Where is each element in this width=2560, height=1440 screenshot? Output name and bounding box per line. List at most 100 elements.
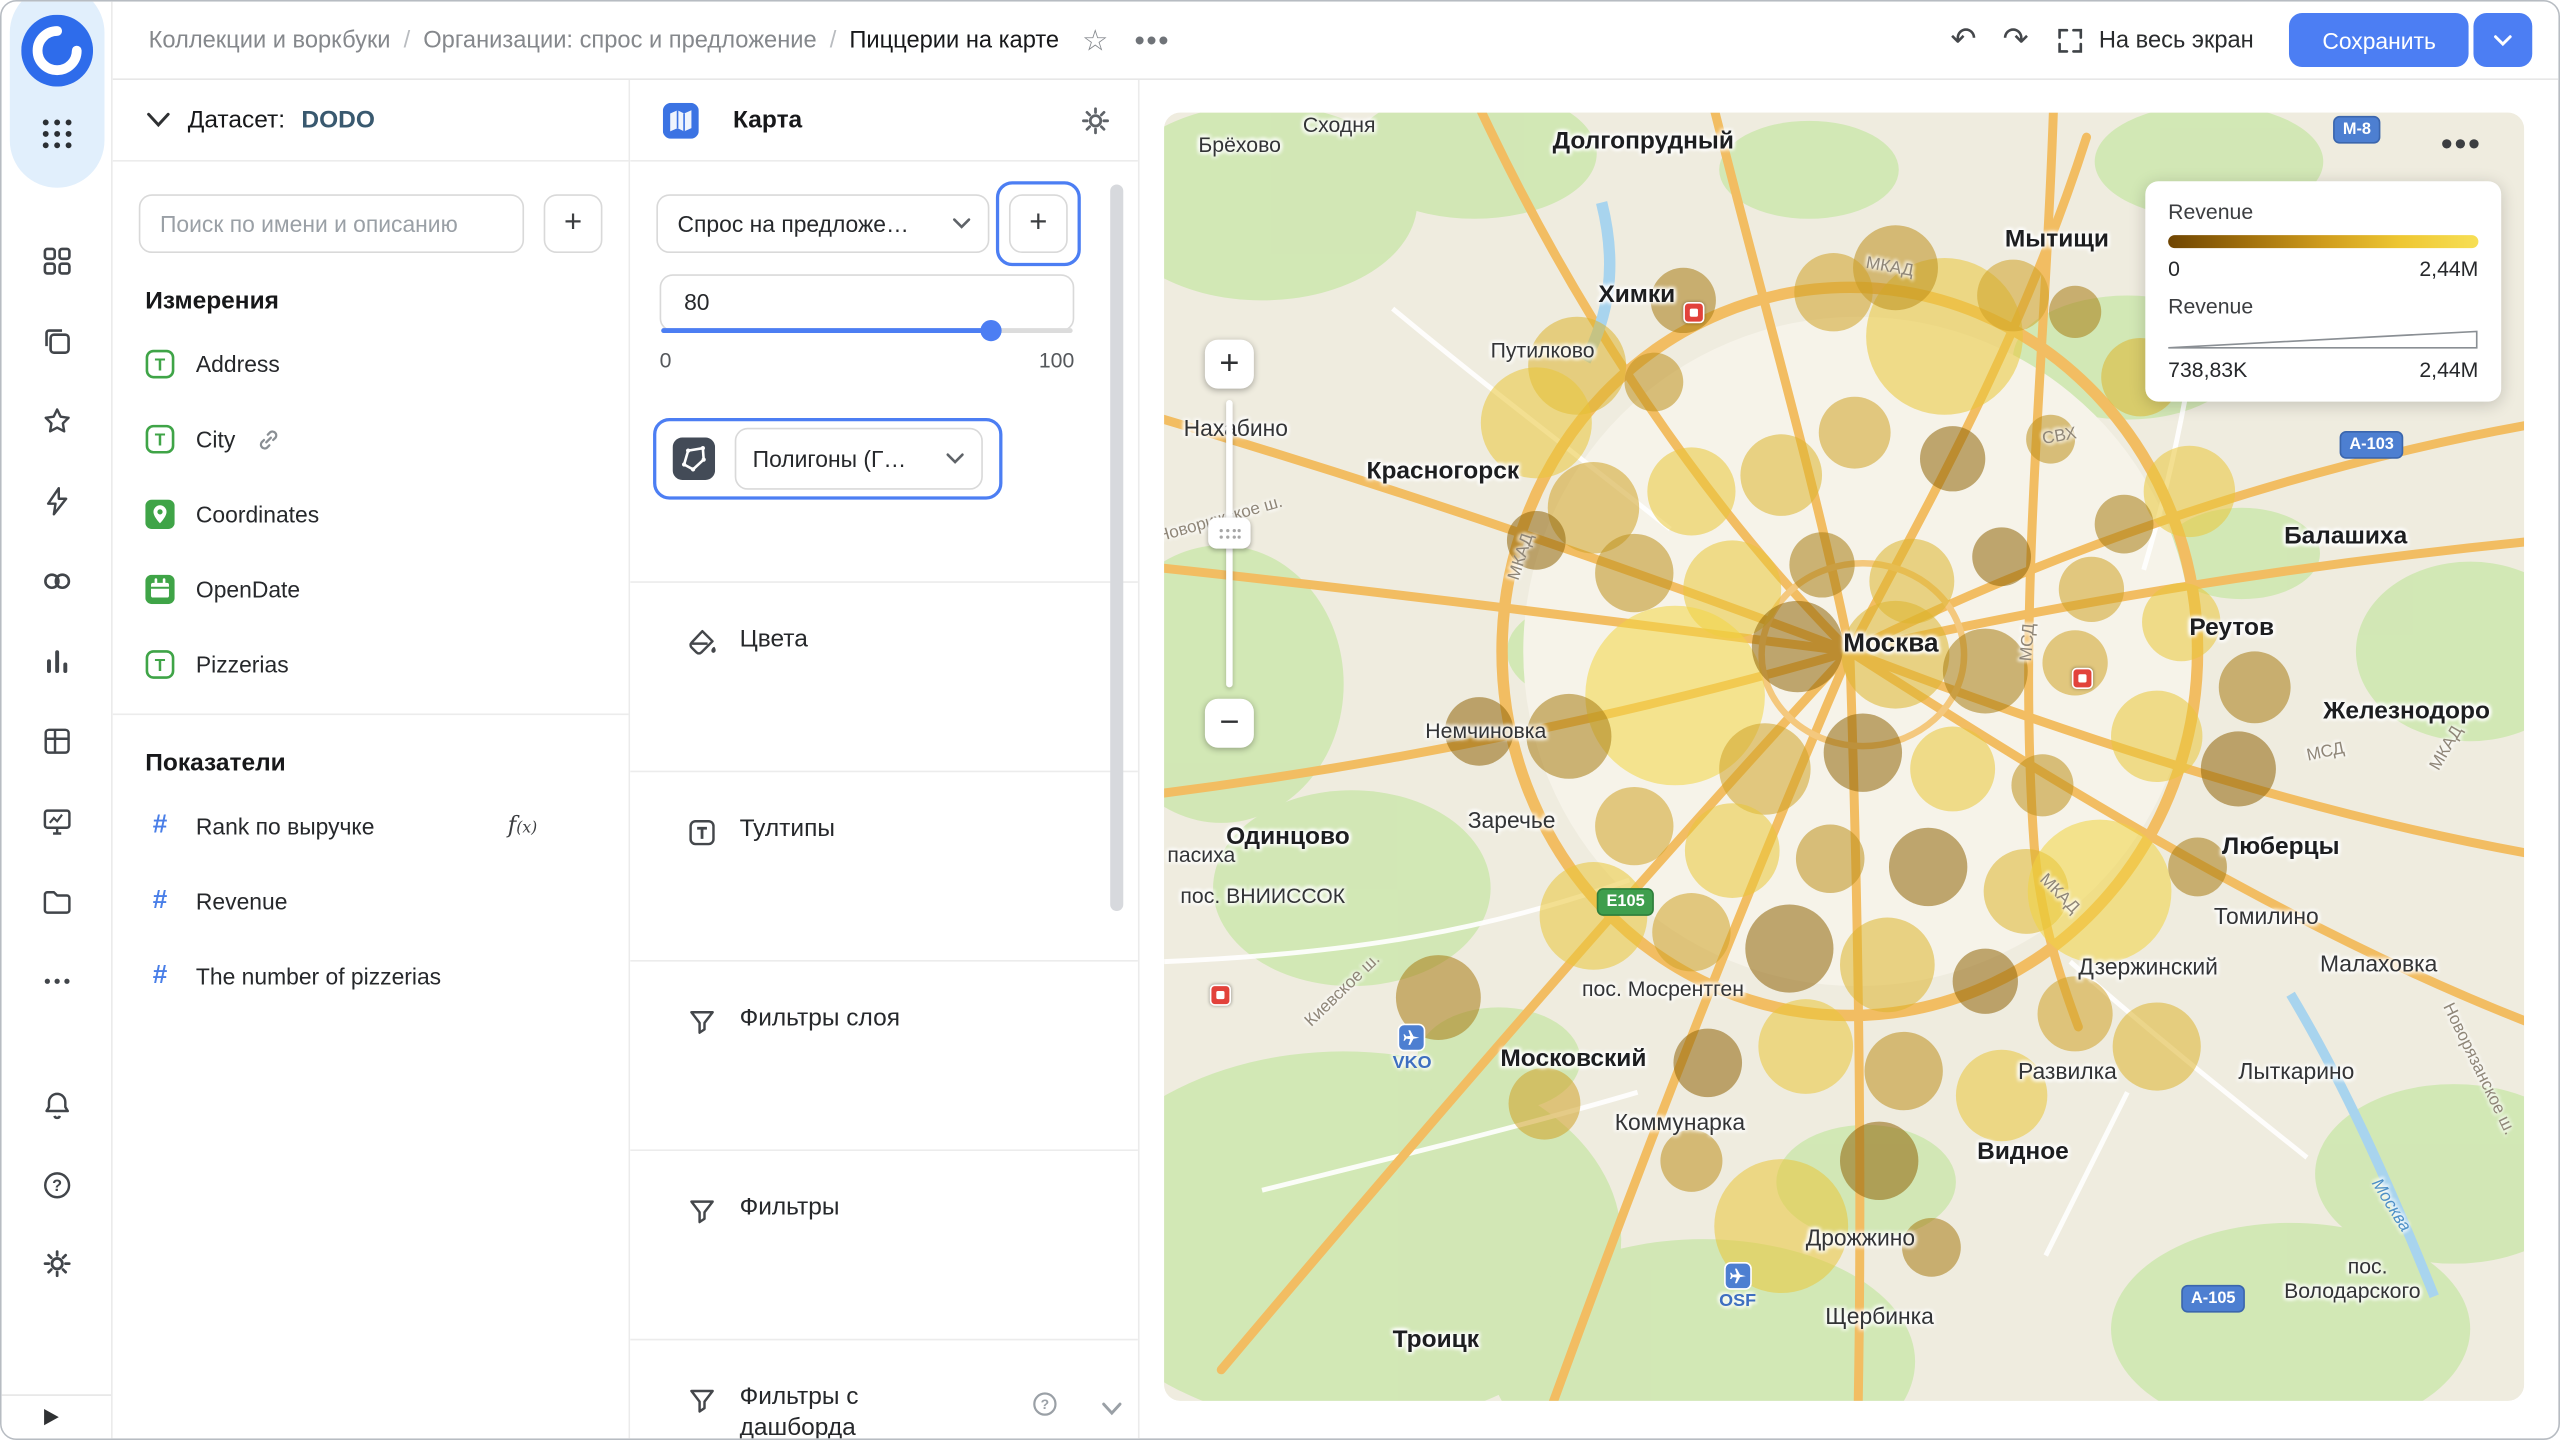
revenue-bubble[interactable] <box>1647 447 1736 536</box>
revenue-bubble[interactable] <box>2026 414 2076 464</box>
revenue-bubble[interactable] <box>1624 352 1684 412</box>
revenue-bubble[interactable] <box>1740 434 1823 516</box>
revenue-bubble[interactable] <box>1444 697 1514 766</box>
field-rank[interactable]: # Rank по выручке f(x) <box>113 789 629 864</box>
revenue-bubble[interactable] <box>1395 955 1481 1040</box>
field-address[interactable]: T Address <box>113 327 629 402</box>
zoom-in-button[interactable]: + <box>1204 339 1254 389</box>
collapse-chevron-icon[interactable] <box>145 111 171 129</box>
nav-charts-icon[interactable] <box>41 645 74 678</box>
expand-panel-icon[interactable] <box>44 1408 59 1426</box>
datalens-logo[interactable] <box>21 14 94 87</box>
favorite-star-icon[interactable]: ☆ <box>1082 25 1108 54</box>
revenue-bubble[interactable] <box>2218 651 2291 724</box>
section-dashboard-filters[interactable]: Фильтры с дашборда ? <box>630 1338 1138 1438</box>
zoom-out-button[interactable]: − <box>1204 698 1254 748</box>
revenue-bubble[interactable] <box>2037 976 2113 1052</box>
revenue-bubble[interactable] <box>1818 396 1891 469</box>
help-icon[interactable]: ? <box>41 1169 74 1202</box>
panel-scrollbar-thumb[interactable] <box>1110 184 1124 912</box>
field-pizzerias[interactable]: T Pizzerias <box>113 627 629 702</box>
opacity-slider-handle[interactable] <box>979 320 1001 342</box>
revenue-bubble[interactable] <box>2200 731 2276 807</box>
revenue-bubble[interactable] <box>1789 532 1855 598</box>
notifications-bell-icon[interactable] <box>41 1089 74 1122</box>
zoom-drag-handle[interactable] <box>1208 517 1251 549</box>
layer-selector[interactable]: Спрос на предложе… <box>656 194 990 254</box>
revenue-bubble[interactable] <box>1977 259 2049 332</box>
revenue-bubble[interactable] <box>1745 904 1834 993</box>
nav-tables-icon[interactable] <box>41 725 74 758</box>
field-search-input[interactable] <box>138 194 525 254</box>
revenue-bubble[interactable] <box>1794 253 1873 332</box>
settings-gear-icon[interactable] <box>41 1247 74 1280</box>
revenue-bubble[interactable] <box>1595 533 1674 613</box>
nav-collections-icon[interactable] <box>41 325 74 358</box>
revenue-bubble[interactable] <box>1902 1217 1961 1277</box>
scroll-down-chevron-icon[interactable] <box>1099 1399 1125 1419</box>
revenue-bubble[interactable] <box>2142 582 2221 662</box>
revenue-bubble[interactable] <box>1652 893 1731 972</box>
revenue-bubble[interactable] <box>1751 600 1844 693</box>
revenue-bubble[interactable] <box>2143 445 2236 538</box>
field-revenue[interactable]: # Revenue <box>113 864 629 939</box>
revenue-bubble[interactable] <box>1795 824 1865 894</box>
revenue-bubble[interactable] <box>2027 819 2172 964</box>
layer-opacity-control[interactable]: 80 <box>659 274 1075 342</box>
section-tooltips[interactable]: Тултипы <box>630 770 1138 960</box>
opacity-slider-track[interactable] <box>661 328 1073 334</box>
revenue-bubble[interactable] <box>1506 511 1566 570</box>
revenue-bubble[interactable] <box>1758 999 1854 1094</box>
revenue-bubble[interactable] <box>1480 367 1592 479</box>
revenue-bubble[interactable] <box>1864 1031 1943 1111</box>
undo-icon[interactable]: ↶ <box>1951 24 1977 55</box>
nav-functions-icon[interactable] <box>41 485 74 518</box>
field-city[interactable]: T City <box>113 402 629 477</box>
revenue-bubble[interactable] <box>2058 556 2125 623</box>
breadcrumb-collections[interactable]: Коллекции и воркбуки <box>149 27 391 53</box>
revenue-bubble[interactable] <box>1823 713 1903 792</box>
revenue-bubble[interactable] <box>1660 1129 1723 1192</box>
add-field-button[interactable]: + <box>543 194 603 254</box>
field-opendate[interactable]: OpenDate <box>113 552 629 627</box>
nav-monitoring-icon[interactable] <box>41 805 74 838</box>
revenue-bubble[interactable] <box>1595 786 1674 866</box>
field-number-of-pizzerias[interactable]: # The number of pizzerias <box>113 939 629 1014</box>
apps-grid-icon[interactable] <box>39 116 75 152</box>
revenue-bubble[interactable] <box>1972 527 2032 587</box>
breadcrumb-workbook[interactable]: Организации: спрос и предложение <box>423 27 816 53</box>
revenue-bubble[interactable] <box>2011 754 2074 817</box>
map-more-menu-icon[interactable]: ••• <box>2441 126 2482 165</box>
revenue-bubble[interactable] <box>1888 827 1968 907</box>
more-menu-icon[interactable]: ••• <box>1134 25 1170 54</box>
revenue-bubble[interactable] <box>1952 948 2018 1014</box>
revenue-bubble[interactable] <box>1714 1159 1849 1294</box>
field-coordinates[interactable]: Coordinates <box>113 477 629 552</box>
revenue-bubble[interactable] <box>2048 285 2102 338</box>
dataset-name-link[interactable]: DODO <box>301 106 374 134</box>
revenue-bubble[interactable] <box>1839 917 1935 1013</box>
revenue-bubble[interactable] <box>1684 803 1780 898</box>
revenue-bubble[interactable] <box>2094 494 2154 554</box>
revenue-bubble[interactable] <box>2111 690 2203 783</box>
nav-storage-icon[interactable] <box>41 885 74 918</box>
revenue-bubble[interactable] <box>1955 1049 2048 1142</box>
revenue-bubble[interactable] <box>1673 1028 1743 1098</box>
revenue-bubble[interactable] <box>1919 426 1986 492</box>
revenue-bubble[interactable] <box>2168 837 2227 897</box>
section-layer-filters[interactable]: Фильтры слоя <box>630 959 1138 1149</box>
add-layer-button[interactable]: + <box>1008 194 1068 254</box>
revenue-bubble[interactable] <box>2112 1002 2201 1091</box>
save-button[interactable]: Сохранить <box>2289 13 2469 67</box>
section-colors[interactable]: Цвета <box>630 581 1138 770</box>
chart-settings-gear-icon[interactable] <box>1079 104 1112 137</box>
revenue-bubble[interactable] <box>1910 726 1996 812</box>
revenue-bubble[interactable] <box>1942 628 2028 714</box>
nav-favorites-icon[interactable] <box>41 405 74 438</box>
section-filters[interactable]: Фильтры <box>630 1149 1138 1338</box>
revenue-bubble[interactable] <box>1539 862 1648 970</box>
fullscreen-button[interactable]: На весь экран <box>2055 25 2254 54</box>
map-canvas[interactable]: Брёхово Сходня Долгопрудный Мытищи Химки Пути… <box>1164 112 2525 1401</box>
revenue-bubble[interactable] <box>1650 267 1716 334</box>
help-circle-icon[interactable]: ? <box>1030 1389 1059 1418</box>
